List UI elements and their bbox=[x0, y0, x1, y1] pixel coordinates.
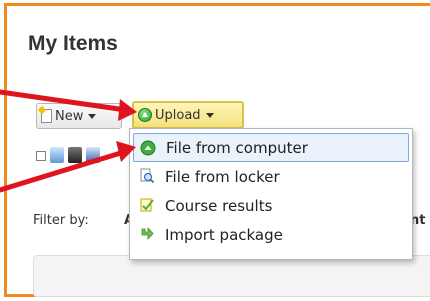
chevron-down-icon bbox=[88, 113, 97, 119]
delete-icon[interactable] bbox=[86, 147, 100, 163]
menu-item-label: Import package bbox=[165, 225, 283, 244]
menu-item-file-from-computer[interactable]: File from computer bbox=[133, 133, 409, 162]
course-results-icon bbox=[139, 197, 155, 213]
menu-item-course-results[interactable]: Course results bbox=[133, 191, 409, 220]
filter-option-truncated-right[interactable]: nt bbox=[410, 213, 430, 228]
locker-search-icon bbox=[139, 168, 155, 184]
action-toolbar bbox=[36, 142, 136, 172]
menu-item-import-package[interactable]: Import package bbox=[133, 220, 409, 249]
upload-icon bbox=[140, 140, 156, 156]
upload-dropdown-menu: File from computer File from locker Cour… bbox=[129, 128, 413, 260]
chevron-down-icon bbox=[205, 112, 214, 118]
screenshot-stage: My Items New Upload Filter by: A nt File… bbox=[0, 0, 430, 301]
page-title: My Items bbox=[28, 32, 118, 55]
menu-item-label: File from computer bbox=[166, 138, 308, 157]
new-button-label: New bbox=[55, 108, 84, 124]
new-document-icon bbox=[41, 109, 52, 123]
upload-button[interactable]: Upload bbox=[132, 101, 244, 129]
move-icon[interactable] bbox=[50, 147, 64, 163]
upload-icon bbox=[138, 108, 152, 122]
menu-item-file-from-locker[interactable]: File from locker bbox=[133, 162, 409, 191]
print-icon[interactable] bbox=[68, 147, 82, 163]
filter-label: Filter by: bbox=[33, 213, 89, 228]
new-button[interactable]: New bbox=[36, 103, 122, 129]
items-list-area bbox=[33, 255, 430, 297]
menu-item-label: File from locker bbox=[165, 167, 280, 186]
menu-item-label: Course results bbox=[165, 196, 273, 215]
upload-button-label: Upload bbox=[155, 107, 201, 123]
select-all-checkbox[interactable] bbox=[36, 151, 46, 161]
import-arrow-icon bbox=[139, 226, 155, 242]
